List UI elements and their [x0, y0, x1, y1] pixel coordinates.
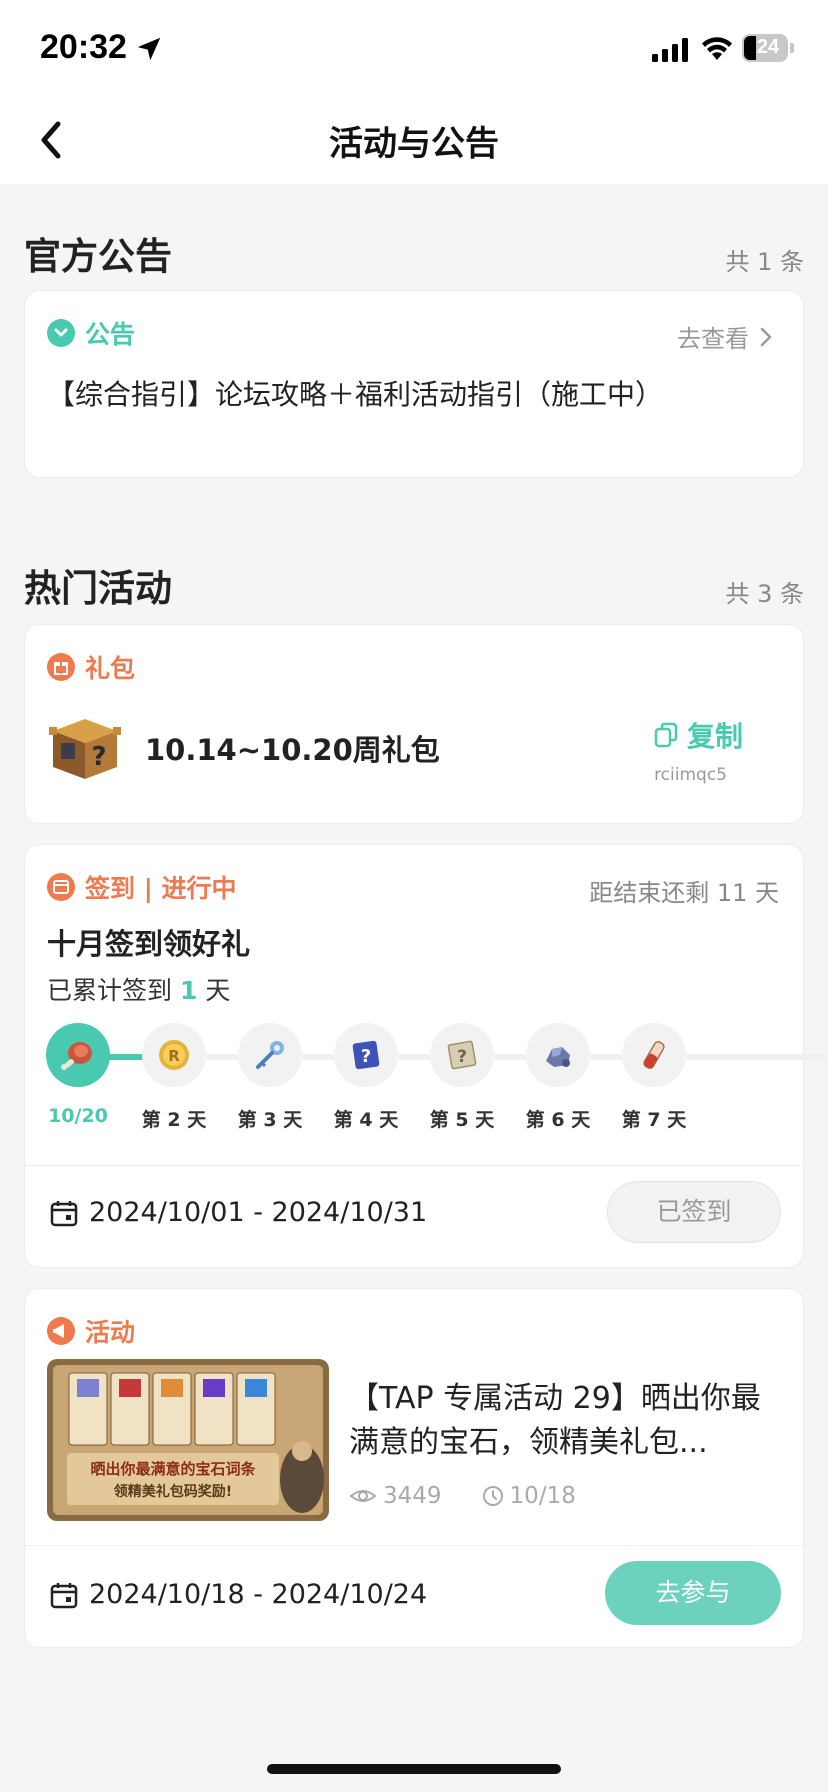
key-icon [238, 1023, 302, 1087]
home-indicator [267, 1764, 561, 1774]
calendar-icon [50, 1582, 78, 1608]
checkin-day-1[interactable]: 10/20 [23, 1023, 133, 1127]
gift-pack-title: 10.14~10.20周礼包 [145, 733, 440, 767]
battery-icon: 24 [742, 34, 794, 62]
checkin-day-5[interactable]: ? 第 5 天 [407, 1023, 517, 1132]
announcement-card[interactable]: 公告 去查看 【综合指引】论坛攻略＋福利活动指引（施工中） [24, 290, 804, 478]
view-count: 3449 [383, 1483, 442, 1509]
banner-subline: 领精美礼包码奖励! [114, 1483, 232, 1500]
activity-date: 10/18 [509, 1483, 576, 1509]
checkin-day-3[interactable]: 第 3 天 [215, 1023, 325, 1132]
join-button[interactable]: 去参与 [605, 1561, 781, 1625]
svg-text:?: ? [361, 1046, 371, 1067]
svg-text:?: ? [457, 1047, 467, 1067]
checkin-day-4[interactable]: ? 第 4 天 [311, 1023, 421, 1132]
checkin-tag-label: 签到 | 进行中 [85, 874, 237, 903]
activity-meta: 3449 10/18 [349, 1483, 576, 1509]
checkin-day-label: 第 2 天 [141, 1109, 207, 1131]
checkin-date-range: 2024/10/01 - 2024/10/31 [49, 1197, 427, 1228]
checkin-date-text: 2024/10/01 - 2024/10/31 [89, 1197, 428, 1228]
ore-icon [526, 1023, 590, 1087]
checkin-progress: 已累计签到 1 天 [47, 971, 230, 1007]
checkin-progress-suffix: 天 [205, 976, 231, 1005]
checkin-day-7[interactable]: 第 7 天 [599, 1023, 709, 1132]
view-link-label: 去查看 [677, 325, 749, 353]
svg-text:?: ? [91, 742, 106, 772]
checkin-day-label: 第 6 天 [525, 1109, 591, 1131]
gift-tag-label: 礼包 [85, 654, 136, 683]
banner-headline: 晒出你最满意的宝石词条 [90, 1460, 256, 1478]
view-announcement-link[interactable]: 去查看 [677, 319, 775, 354]
checkin-day-2[interactable]: R 第 2 天 [119, 1023, 229, 1132]
battery-level: 24 [756, 36, 780, 58]
checkin-day-label: 10/20 [48, 1105, 108, 1127]
activity-date-text: 2024/10/18 - 2024/10/24 [89, 1579, 428, 1610]
gift-pack-card[interactable]: 礼包 ? 10.14~10.20周礼包 复制 rciimqc5 [24, 624, 804, 824]
wifi-icon [702, 37, 732, 60]
checkin-card: 签到 | 进行中 距结束还剩 11 天 十月签到领好礼 已累计签到 1 天 10… [23, 844, 825, 1268]
status-time: 20:32 [40, 28, 127, 66]
potion-icon [622, 1023, 686, 1087]
location-arrow-icon [137, 37, 161, 61]
announcement-tag: 公告 [47, 317, 135, 349]
announcement-chevron-badge-icon [47, 319, 75, 347]
activity-card[interactable]: 活动 晒出你最满意的宝石词条 领精美礼包码奖励! 【TAP 专属活动 29】晒出… [24, 1288, 804, 1648]
copy-label: 复制 [686, 720, 743, 753]
megaphone-icon [47, 1317, 75, 1345]
cellular-signal-icon [652, 38, 688, 62]
checkin-day-label: 第 4 天 [333, 1109, 399, 1131]
activity-tag: 活动 [47, 1315, 135, 1347]
hot-count: 共 3 条 [725, 580, 804, 608]
eye-icon [349, 1490, 377, 1502]
gift-code: rciimqc5 [654, 765, 727, 785]
status-bar: 20:32 24 [0, 0, 828, 96]
checkin-day-label: 第 3 天 [237, 1109, 303, 1131]
blue-mystery-card-icon: ? [334, 1023, 398, 1087]
hot-section-title: 热门活动 [24, 567, 172, 610]
activity-title: 【TAP 专属活动 29】晒出你最满意的宝石，领精美礼包... [349, 1381, 761, 1460]
gift-icon [47, 653, 75, 681]
checkin-title: 十月签到领好礼 [47, 927, 251, 961]
mystery-box-icon: ? [49, 719, 121, 779]
checkin-progress-prefix: 已累计签到 [47, 976, 173, 1005]
checkin-day-label: 第 7 天 [621, 1109, 687, 1131]
official-count: 共 1 条 [725, 248, 804, 276]
checkin-day-label: 第 5 天 [429, 1109, 495, 1131]
gold-coin-icon: R [142, 1023, 206, 1087]
gift-tag: 礼包 [47, 651, 135, 683]
calendar-icon [50, 1200, 78, 1226]
official-section-title: 官方公告 [24, 235, 172, 278]
divider [25, 1545, 803, 1546]
copy-button[interactable]: 复制 [653, 715, 743, 755]
meat-icon [46, 1023, 110, 1087]
activity-tag-label: 活动 [85, 1318, 136, 1347]
activity-banner-image[interactable]: 晒出你最满意的宝石词条 领精美礼包码奖励! [47, 1359, 329, 1521]
announcement-text: 【综合指引】论坛攻略＋福利活动指引（施工中） [47, 378, 664, 411]
scroll-mystery-icon: ? [430, 1023, 494, 1087]
checkin-tag: 签到 | 进行中 [47, 871, 237, 903]
divider [25, 1165, 803, 1166]
svg-text:R: R [168, 1047, 180, 1065]
copy-icon [654, 722, 678, 748]
page-title: 活动与公告 [329, 124, 499, 164]
activity-date-range: 2024/10/18 - 2024/10/24 [49, 1579, 427, 1610]
clock-icon [482, 1486, 503, 1506]
calendar-badge-icon [47, 873, 75, 901]
remaining-days: 距结束还剩 11 天 [589, 879, 779, 907]
checkin-progress-number: 1 [179, 976, 198, 1005]
announcement-tag-label: 公告 [85, 320, 136, 349]
checkin-day-6[interactable]: 第 6 天 [503, 1023, 613, 1132]
checked-in-button[interactable]: 已签到 [607, 1181, 781, 1243]
navigation-bar: 活动与公告 [0, 96, 828, 184]
chevron-right-icon [760, 327, 772, 346]
